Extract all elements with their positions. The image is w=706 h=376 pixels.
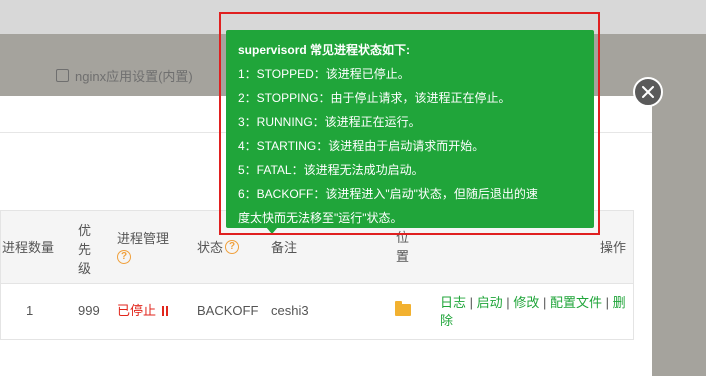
cell-remark: ceshi3 — [271, 303, 309, 318]
close-button[interactable] — [633, 77, 663, 107]
cell-manage-status[interactable]: 已停止 — [117, 302, 169, 320]
manage-status-label: 已停止 — [117, 303, 157, 318]
header-process-manage: 进程管理 — [117, 231, 170, 246]
background-breadcrumb: nginx应用设置(内置) — [56, 66, 193, 85]
cell-priority: 999 — [78, 303, 100, 318]
header-remark: 备注 — [271, 240, 298, 255]
header-actions: 操作 — [600, 240, 627, 255]
question-icon[interactable]: ? — [225, 240, 239, 254]
lock-icon — [56, 69, 69, 82]
log-link[interactable]: 日志 — [440, 295, 466, 310]
header-status: 状态 — [197, 240, 224, 255]
close-icon — [642, 86, 654, 98]
annotation-highlight — [219, 12, 600, 235]
start-link[interactable]: 启动 — [477, 295, 503, 310]
question-icon[interactable]: ? — [117, 250, 131, 264]
folder-icon[interactable] — [395, 301, 411, 316]
cell-status: BACKOFF — [197, 303, 259, 318]
cell-count: 1 — [26, 303, 34, 318]
cell-actions: 日志 | 启动 | 修改 | 配置文件 | 删除 — [440, 295, 626, 328]
config-link[interactable]: 配置文件 — [550, 295, 602, 310]
header-priority: 优先级 — [78, 223, 92, 276]
edit-link[interactable]: 修改 — [513, 295, 539, 310]
header-process-count: 进程数量 — [2, 240, 55, 255]
pause-icon — [162, 306, 169, 316]
